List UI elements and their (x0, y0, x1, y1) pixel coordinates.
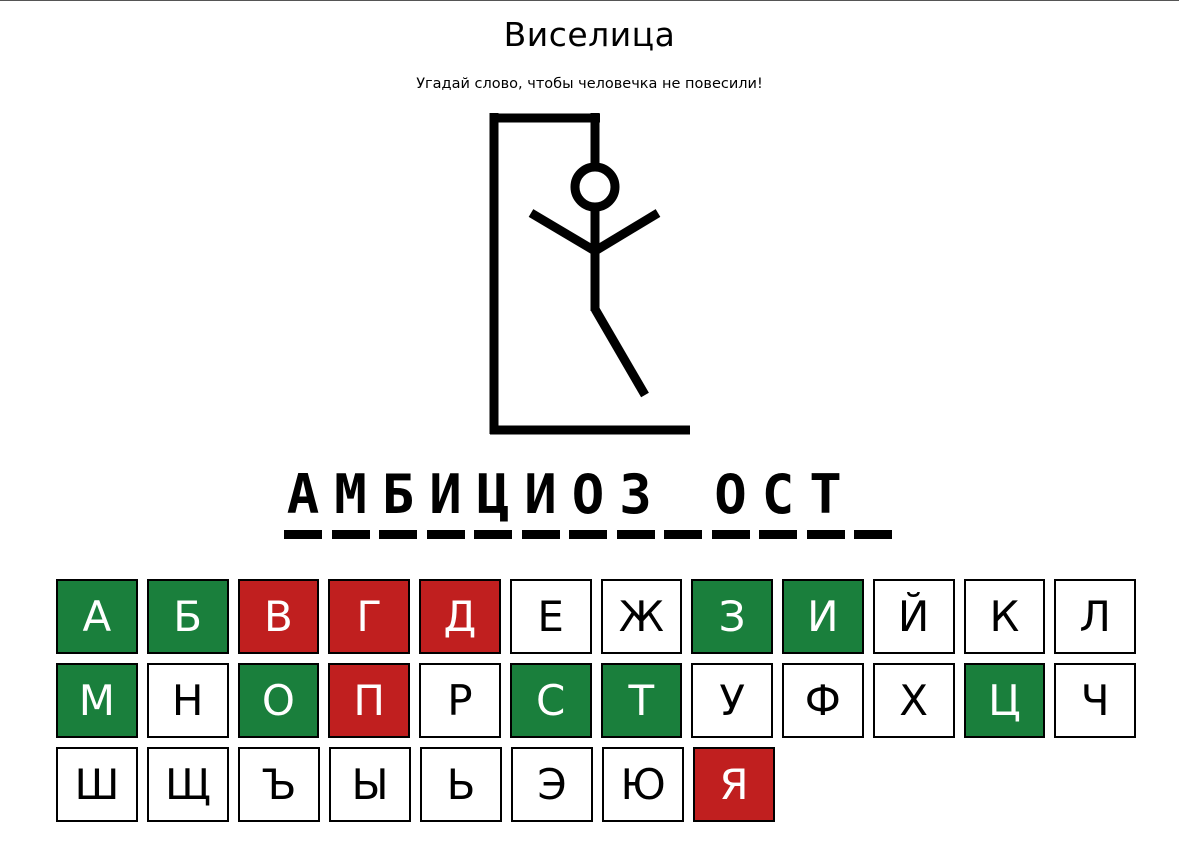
letter-key[interactable]: З (691, 579, 773, 654)
letter-underline (426, 530, 465, 539)
word-letter-slot (854, 459, 902, 539)
letter-key[interactable]: С (509, 663, 592, 738)
word-letter-slot: О (569, 459, 617, 539)
letter-key[interactable]: Ж (600, 579, 683, 654)
letter-key[interactable]: У (691, 663, 773, 738)
word-letter-slot (664, 459, 712, 539)
letter-underline (806, 530, 845, 539)
letter-underline (664, 530, 702, 539)
letter-underline (569, 530, 607, 539)
word-letter: О (571, 463, 605, 526)
letter-key[interactable]: Н (146, 663, 229, 738)
letter-underline (521, 530, 560, 539)
letter-keyboard: АБВГДЕЖЗИЙКЛ МНОПРСТУФХЦЧ ШЩЪЫЬЭЮЯ (56, 579, 1136, 831)
letter-key[interactable]: Ы (329, 747, 411, 822)
word-letter: И (429, 463, 462, 526)
word-letter-slot: И (521, 459, 570, 539)
hangman-drawing (489, 113, 690, 435)
word-letter: С (761, 463, 795, 526)
hangman-right-leg (591, 306, 649, 398)
word-letter: Б (381, 463, 415, 526)
word-letter-slot: Т (806, 459, 855, 539)
word-letter-slot: А (284, 459, 332, 539)
letter-key[interactable]: Й (872, 579, 955, 654)
letter-underline (854, 530, 892, 539)
letter-key[interactable]: П (328, 663, 410, 738)
letter-key[interactable]: О (237, 663, 320, 738)
letter-key[interactable]: Б (146, 579, 229, 654)
word-letter-slot: О (711, 459, 760, 539)
letter-key[interactable]: Э (511, 747, 593, 822)
letter-key[interactable]: Р (419, 663, 501, 738)
word-letter-slot: Ц (474, 459, 522, 539)
letter-key[interactable]: Щ (147, 747, 229, 822)
word-letter: М (334, 463, 367, 526)
hangman-head (570, 162, 620, 212)
letter-key[interactable]: Л (1054, 579, 1136, 654)
letter-key[interactable]: Т (600, 663, 683, 738)
letter-key[interactable]: М (56, 663, 138, 738)
word-letter: А (286, 463, 320, 526)
letter-underline (331, 530, 370, 539)
hangman-right-arm (592, 209, 661, 255)
word-letter: И (524, 463, 557, 526)
word-letter-slot: С (759, 459, 807, 539)
letter-key[interactable]: Ч (1054, 663, 1136, 738)
letter-key[interactable]: Д (419, 579, 501, 654)
word-letter-slot: И (426, 459, 475, 539)
keyboard-row: МНОПРСТУФХЦЧ (56, 663, 1136, 738)
letter-key[interactable]: Ц (963, 663, 1046, 738)
word-display: АМБИЦИОЗОСТ (284, 459, 902, 539)
word-letter-slot: Б (379, 459, 427, 539)
letter-key[interactable]: Ф (782, 663, 864, 738)
word-letter: З (619, 463, 652, 526)
word-letter: Ц (476, 463, 510, 526)
keyboard-row: АБВГДЕЖЗИЙКЛ (56, 579, 1136, 654)
letter-underline (284, 530, 322, 539)
word-letter-slot: М (331, 459, 380, 539)
letter-key[interactable]: Я (693, 747, 775, 822)
word-letter-slot: З (616, 459, 665, 539)
letter-key[interactable]: А (56, 579, 138, 654)
letter-key[interactable]: К (963, 579, 1046, 654)
word-letter: О (714, 463, 747, 526)
letter-key[interactable]: Ъ (238, 747, 320, 822)
keyboard-row: ШЩЪЫЬЭЮЯ (56, 747, 1136, 822)
letter-underline (759, 530, 797, 539)
hangman-left-arm (528, 209, 598, 255)
letter-key[interactable]: Ю (602, 747, 684, 822)
word-letter: Т (809, 463, 842, 526)
letter-key[interactable]: В (237, 579, 320, 654)
letter-key[interactable]: Ь (420, 747, 502, 822)
letter-underline (616, 530, 655, 539)
letter-key[interactable]: Е (509, 579, 592, 654)
letter-underline (379, 530, 417, 539)
letter-underline (474, 530, 512, 539)
letter-key[interactable]: Ш (56, 747, 138, 822)
letter-key[interactable]: И (782, 579, 864, 654)
letter-key[interactable]: Х (872, 663, 955, 738)
letter-key[interactable]: Г (328, 579, 410, 654)
letter-underline (711, 530, 750, 539)
